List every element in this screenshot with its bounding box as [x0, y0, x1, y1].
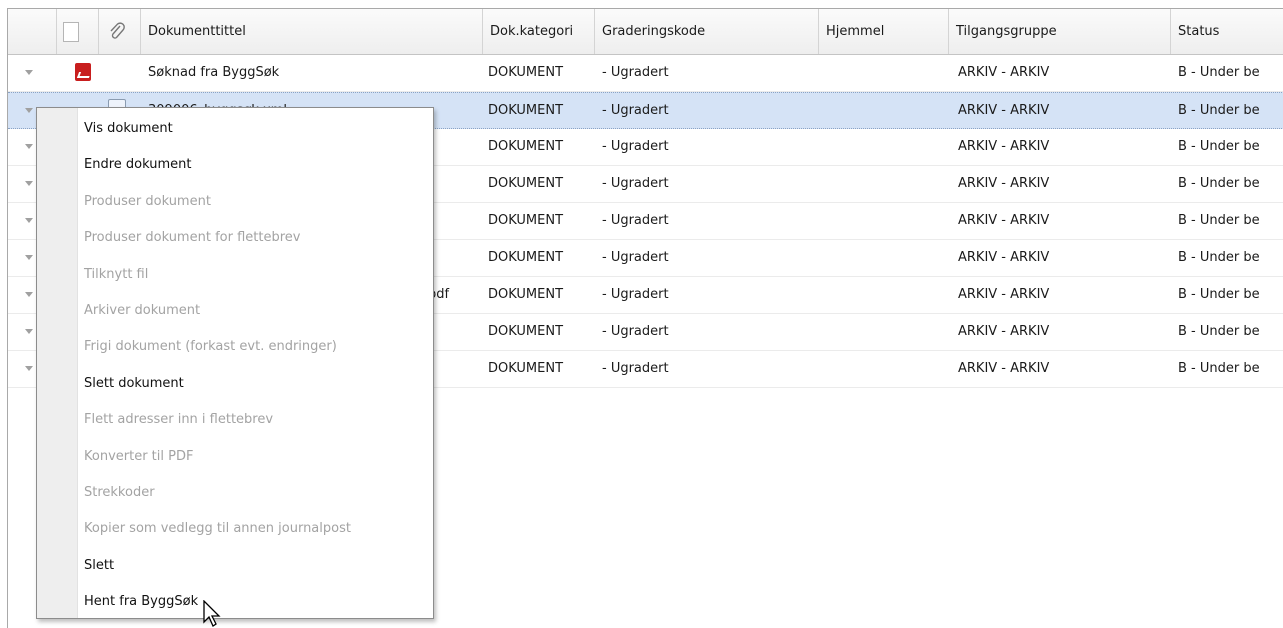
- menu-item: Arkiver dokument: [84, 303, 201, 318]
- menu-item: Strekkoder: [84, 485, 155, 500]
- header-document-icon-column[interactable]: [57, 9, 99, 54]
- cell-status: B - Under be: [1178, 139, 1260, 154]
- cell-tilgang: ARKIV - ARKIV: [958, 103, 1050, 118]
- grid-header: Dokumenttittel Dok.kategori Graderingsko…: [8, 9, 1283, 55]
- cell-hjemmel: [826, 129, 946, 165]
- cell-tilgang: ARKIV - ARKIV: [958, 65, 1050, 80]
- menu-item: Flett adresser inn i flettebrev: [84, 412, 274, 428]
- cell-gradering: - Ugradert: [602, 287, 669, 302]
- menu-item: Konverter til PDF: [84, 448, 194, 464]
- context-menu: Vis dokument Endre dokument Produser dokum…: [36, 107, 434, 619]
- header-attachment-column[interactable]: [99, 9, 141, 54]
- cell-tilgang: ARKIV - ARKIV: [958, 176, 1050, 191]
- menu-item[interactable]: Hent fra ByggSøk: [84, 584, 198, 620]
- cell-status: B - Under be: [1178, 65, 1260, 80]
- menu-item[interactable]: Endre dokument: [84, 147, 191, 183]
- cell-kategori: DOKUMENT: [488, 139, 564, 154]
- expand-arrow-icon[interactable]: [25, 218, 33, 223]
- cell-status: B - Under be: [1178, 176, 1260, 191]
- cell-gradering: - Ugradert: [602, 139, 669, 154]
- header-graderingskode[interactable]: Graderingskode: [595, 9, 819, 54]
- cell-gradering: - Ugradert: [602, 361, 669, 376]
- cell-kategori: DOKUMENT: [488, 103, 564, 118]
- header-dokumenttittel[interactable]: Dokumenttittel: [141, 9, 483, 54]
- menu-item: Produser dokument for flettebrev: [84, 230, 301, 246]
- header-expander-column[interactable]: [8, 9, 57, 54]
- expand-arrow-icon[interactable]: [25, 255, 33, 260]
- cell-gradering: - Ugradert: [602, 65, 669, 80]
- menu-item[interactable]: Slett: [84, 548, 114, 584]
- expand-arrow-icon[interactable]: [25, 181, 33, 186]
- menu-icon-gutter: [37, 108, 78, 618]
- expand-arrow-icon[interactable]: [25, 144, 33, 149]
- cell-hjemmel: [826, 351, 946, 387]
- cell-gradering: - Ugradert: [602, 103, 669, 118]
- document-icon: [63, 22, 79, 42]
- cell-status: B - Under be: [1178, 250, 1260, 265]
- header-status[interactable]: Status: [1171, 9, 1283, 54]
- cell-hjemmel: [826, 55, 946, 91]
- menu-item: Produser dokument: [84, 193, 211, 209]
- cell-kategori: DOKUMENT: [488, 213, 564, 228]
- cell-hjemmel: [826, 240, 946, 276]
- cell-status: B - Under be: [1178, 361, 1260, 376]
- cell-status: B - Under be: [1178, 287, 1260, 302]
- cell-tilgang: ARKIV - ARKIV: [958, 250, 1050, 265]
- cell-kategori: DOKUMENT: [488, 324, 564, 339]
- header-dok-kategori[interactable]: Dok.kategori: [483, 9, 595, 54]
- expand-arrow-icon[interactable]: [25, 329, 33, 334]
- cell-kategori: DOKUMENT: [488, 287, 564, 302]
- table-row[interactable]: Søknad fra ByggSøk DOKUMENT - Ugradert ARKI…: [8, 55, 1283, 92]
- cell-kategori: DOKUMENT: [488, 176, 564, 191]
- cell-hjemmel: [826, 166, 946, 202]
- cell-gradering: - Ugradert: [602, 250, 669, 265]
- cell-title: Søknad fra ByggSøk: [148, 65, 280, 80]
- expand-arrow-icon[interactable]: [25, 108, 33, 113]
- header-tilgangsgruppe[interactable]: Tilgangsgruppe: [949, 9, 1171, 54]
- cell-hjemmel: [826, 277, 946, 313]
- cell-gradering: - Ugradert: [602, 176, 669, 191]
- cell-hjemmel: [826, 314, 946, 350]
- mouse-cursor-icon: [203, 600, 221, 627]
- expand-arrow-icon[interactable]: [25, 292, 33, 297]
- cell-tilgang: ARKIV - ARKIV: [958, 139, 1050, 154]
- cell-hjemmel: [826, 203, 946, 239]
- header-hjemmel[interactable]: Hjemmel: [819, 9, 949, 54]
- cell-kategori: DOKUMENT: [488, 361, 564, 376]
- expand-arrow-icon[interactable]: [25, 70, 33, 75]
- pdf-icon: [75, 63, 91, 81]
- cell-tilgang: ARKIV - ARKIV: [958, 213, 1050, 228]
- cell-status: B - Under be: [1178, 103, 1260, 118]
- expand-arrow-icon[interactable]: [25, 366, 33, 371]
- menu-item[interactable]: Slett dokument: [84, 366, 184, 402]
- cell-gradering: - Ugradert: [602, 324, 669, 339]
- cell-tilgang: ARKIV - ARKIV: [958, 324, 1050, 339]
- paperclip-icon: [110, 22, 125, 39]
- cell-kategori: DOKUMENT: [488, 65, 564, 80]
- cell-tilgang: ARKIV - ARKIV: [958, 287, 1050, 302]
- menu-item: Tilknytt fil: [84, 266, 149, 282]
- menu-item[interactable]: Vis dokument: [84, 111, 173, 147]
- cell-kategori: DOKUMENT: [488, 250, 564, 265]
- menu-item: Frigi dokument (forkast evt. endringer): [84, 339, 337, 355]
- cell-status: B - Under be: [1178, 213, 1260, 228]
- menu-item: Kopier som vedlegg til annen journalpost: [84, 521, 351, 537]
- cell-gradering: - Ugradert: [602, 213, 669, 228]
- cell-tilgang: ARKIV - ARKIV: [958, 361, 1050, 376]
- cell-status: B - Under be: [1178, 324, 1260, 339]
- cell-hjemmel: [826, 93, 946, 129]
